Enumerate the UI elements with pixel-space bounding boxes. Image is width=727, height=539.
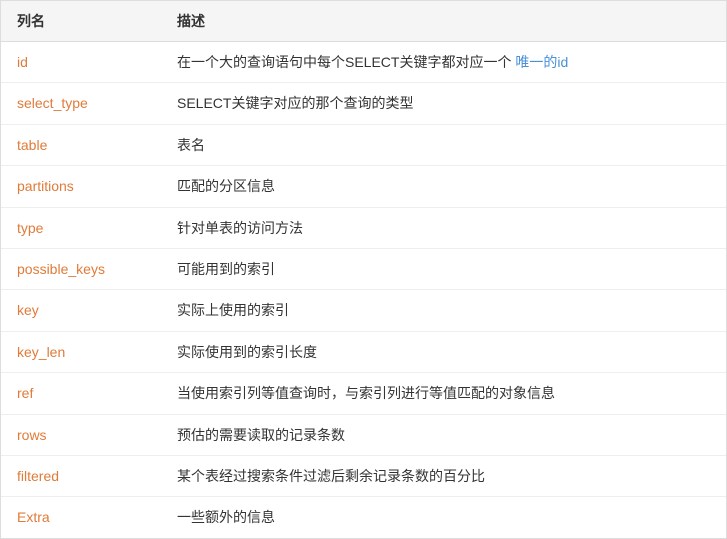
table-row: ref 当使用索引列等值查询时，与索引列进行等值匹配的对象信息 — [1, 373, 726, 414]
table-row: table 表名 — [1, 124, 726, 165]
table-row: key 实际上使用的索引 — [1, 290, 726, 331]
field-name-cell: type — [1, 207, 161, 248]
field-name-cell: partitions — [1, 166, 161, 207]
col-desc-header: 描述 — [161, 1, 726, 42]
desc-plain-text: 在一个大的查询语句中每个SELECT关键字都对应一个 — [177, 54, 515, 70]
table-row: filtered 某个表经过搜索条件过滤后剩余记录条数的百分比 — [1, 455, 726, 496]
desc-plain-text: SELECT关键字对应的那个查询的类型 — [177, 95, 413, 111]
field-desc-cell: 在一个大的查询语句中每个SELECT关键字都对应一个 唯一的id — [161, 42, 726, 83]
field-name-text: key_len — [17, 344, 65, 360]
desc-plain-text: 实际使用到的索引长度 — [177, 344, 317, 360]
table-row: id 在一个大的查询语句中每个SELECT关键字都对应一个 唯一的id — [1, 42, 726, 83]
main-table-container: 列名 描述 id 在一个大的查询语句中每个SELECT关键字都对应一个 唯一的id… — [0, 0, 727, 539]
field-desc-cell: 实际上使用的索引 — [161, 290, 726, 331]
desc-plain-text: 可能用到的索引 — [177, 261, 275, 277]
field-name-cell: key_len — [1, 331, 161, 372]
field-desc-cell: 可能用到的索引 — [161, 248, 726, 289]
field-name-cell: key — [1, 290, 161, 331]
table-row: partitions 匹配的分区信息 — [1, 166, 726, 207]
field-name-text: table — [17, 137, 47, 153]
field-desc-cell: 当使用索引列等值查询时，与索引列进行等值匹配的对象信息 — [161, 373, 726, 414]
field-desc-cell: 某个表经过搜索条件过滤后剩余记录条数的百分比 — [161, 455, 726, 496]
field-name-cell: filtered — [1, 455, 161, 496]
field-desc-cell: 实际使用到的索引长度 — [161, 331, 726, 372]
table-row: Extra 一些额外的信息 — [1, 497, 726, 538]
field-name-cell: id — [1, 42, 161, 83]
field-name-cell: select_type — [1, 83, 161, 124]
desc-plain-text: 预估的需要读取的记录条数 — [177, 427, 345, 443]
desc-plain-text: 一些额外的信息 — [177, 509, 275, 525]
table-row: select_type SELECT关键字对应的那个查询的类型 — [1, 83, 726, 124]
field-name-text: ref — [17, 385, 33, 401]
field-desc-cell: 一些额外的信息 — [161, 497, 726, 538]
desc-plain-text: 当使用索引列等值查询时，与索引列进行等值匹配的对象信息 — [177, 385, 555, 401]
desc-plain-text: 匹配的分区信息 — [177, 178, 275, 194]
field-name-cell: ref — [1, 373, 161, 414]
table-row: key_len 实际使用到的索引长度 — [1, 331, 726, 372]
field-name-text: Extra — [17, 509, 50, 525]
desc-plain-text: 针对单表的访问方法 — [177, 220, 303, 236]
desc-link-text[interactable]: 唯一的id — [515, 54, 568, 70]
data-table: 列名 描述 id 在一个大的查询语句中每个SELECT关键字都对应一个 唯一的id… — [1, 1, 726, 538]
field-desc-cell: 表名 — [161, 124, 726, 165]
field-name-cell: table — [1, 124, 161, 165]
field-name-text: select_type — [17, 95, 88, 111]
field-desc-cell: 预估的需要读取的记录条数 — [161, 414, 726, 455]
field-name-text: possible_keys — [17, 261, 105, 277]
field-name-text: id — [17, 54, 28, 70]
field-name-text: type — [17, 220, 43, 236]
field-name-text: filtered — [17, 468, 59, 484]
field-name-text: rows — [17, 427, 47, 443]
field-desc-cell: SELECT关键字对应的那个查询的类型 — [161, 83, 726, 124]
field-name-cell: rows — [1, 414, 161, 455]
desc-plain-text: 实际上使用的索引 — [177, 302, 289, 318]
desc-plain-text: 某个表经过搜索条件过滤后剩余记录条数的百分比 — [177, 468, 485, 484]
field-desc-cell: 针对单表的访问方法 — [161, 207, 726, 248]
desc-plain-text: 表名 — [177, 137, 205, 153]
field-name-text: partitions — [17, 178, 74, 194]
field-name-text: key — [17, 302, 39, 318]
table-header-row: 列名 描述 — [1, 1, 726, 42]
field-name-cell: Extra — [1, 497, 161, 538]
table-row: rows 预估的需要读取的记录条数 — [1, 414, 726, 455]
table-row: possible_keys 可能用到的索引 — [1, 248, 726, 289]
col-name-header: 列名 — [1, 1, 161, 42]
field-name-cell: possible_keys — [1, 248, 161, 289]
field-desc-cell: 匹配的分区信息 — [161, 166, 726, 207]
table-row: type 针对单表的访问方法 — [1, 207, 726, 248]
